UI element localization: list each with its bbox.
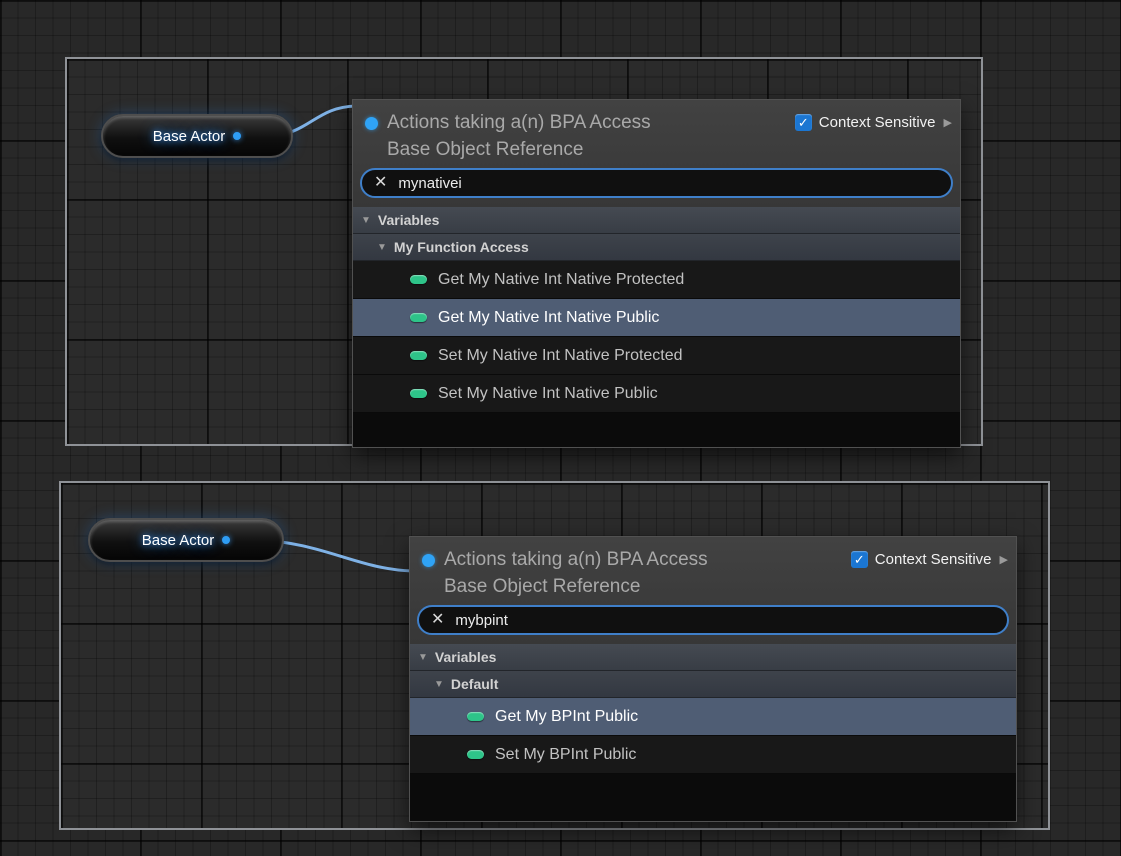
menu-title: Actions taking a(n) BPA Access Base Obje… xyxy=(444,546,851,600)
object-output-pin[interactable] xyxy=(233,132,241,140)
object-reference-pin-icon xyxy=(365,117,378,130)
collapse-triangle-icon: ▼ xyxy=(361,215,371,226)
blueprint-graph-background: Base Actor Actions taking a(n) BPA Acces… xyxy=(0,0,1121,856)
object-output-pin[interactable] xyxy=(222,536,230,544)
menu-title-line2: Base Object Reference xyxy=(387,136,795,163)
search-text: mynativei xyxy=(398,175,461,192)
check-icon: ✓ xyxy=(854,553,865,566)
actions-list: ▼ Variables ▼ My Function Access Get My … xyxy=(353,207,960,447)
category-label: Variables xyxy=(435,649,497,665)
action-item[interactable]: Set My Native Int Native Protected xyxy=(353,337,960,375)
base-actor-node[interactable]: Base Actor xyxy=(101,114,293,158)
menu-header-area: Actions taking a(n) BPA Access Base Obje… xyxy=(410,537,1016,644)
category-row-my-function-access[interactable]: ▼ My Function Access xyxy=(353,234,960,261)
menu-title-line1: Actions taking a(n) BPA Access xyxy=(444,546,851,573)
check-icon: ✓ xyxy=(798,116,809,129)
search-text: mybpint xyxy=(455,612,508,629)
context-sensitive-control[interactable]: ✓ Context Sensitive ▶ xyxy=(851,551,1008,568)
category-row-default[interactable]: ▼ Default xyxy=(410,671,1016,698)
context-action-menu: Actions taking a(n) BPA Access Base Obje… xyxy=(353,100,960,447)
object-reference-pin-icon xyxy=(422,554,435,567)
category-row-variables[interactable]: ▼ Variables xyxy=(353,207,960,234)
context-sensitive-checkbox[interactable]: ✓ xyxy=(795,114,812,131)
action-item[interactable]: Get My Native Int Native Protected xyxy=(353,261,960,299)
node-title: Base Actor xyxy=(142,532,215,549)
menu-title-line1: Actions taking a(n) BPA Access xyxy=(387,109,795,136)
action-item-selected[interactable]: Get My BPInt Public xyxy=(410,698,1016,736)
variable-pill-icon xyxy=(467,750,484,759)
action-item[interactable]: Set My BPInt Public xyxy=(410,736,1016,774)
context-action-menu: Actions taking a(n) BPA Access Base Obje… xyxy=(410,537,1016,821)
category-label: My Function Access xyxy=(394,239,529,255)
variable-pill-icon xyxy=(410,389,427,398)
action-item-label: Get My Native Int Native Public xyxy=(438,309,659,327)
submenu-arrow-icon[interactable]: ▶ xyxy=(944,116,952,129)
collapse-triangle-icon: ▼ xyxy=(434,679,444,690)
node-title: Base Actor xyxy=(153,128,226,145)
action-item-label: Get My Native Int Native Protected xyxy=(438,271,684,289)
context-sensitive-label: Context Sensitive xyxy=(819,114,936,131)
base-actor-node[interactable]: Base Actor xyxy=(88,518,284,562)
collapse-triangle-icon: ▼ xyxy=(418,652,428,663)
action-item-label: Set My BPInt Public xyxy=(495,746,636,764)
variable-pill-icon xyxy=(410,275,427,284)
category-row-variables[interactable]: ▼ Variables xyxy=(410,644,1016,671)
action-item-selected[interactable]: Get My Native Int Native Public xyxy=(353,299,960,337)
context-sensitive-checkbox[interactable]: ✓ xyxy=(851,551,868,568)
collapse-triangle-icon: ▼ xyxy=(377,242,387,253)
category-label: Default xyxy=(451,676,498,692)
context-sensitive-label: Context Sensitive xyxy=(875,551,992,568)
menu-title-line2: Base Object Reference xyxy=(444,573,851,600)
menu-title: Actions taking a(n) BPA Access Base Obje… xyxy=(387,109,795,163)
context-sensitive-control[interactable]: ✓ Context Sensitive ▶ xyxy=(795,114,952,131)
variable-pill-icon xyxy=(410,313,427,322)
category-label: Variables xyxy=(378,212,440,228)
menu-header-area: Actions taking a(n) BPA Access Base Obje… xyxy=(353,100,960,207)
variable-pill-icon xyxy=(410,351,427,360)
clear-search-icon[interactable]: ✕ xyxy=(431,612,444,628)
variable-pill-icon xyxy=(467,712,484,721)
graph-panel-top: Base Actor Actions taking a(n) BPA Acces… xyxy=(65,57,983,446)
action-item[interactable]: Set My Native Int Native Public xyxy=(353,375,960,413)
action-item-label: Set My Native Int Native Protected xyxy=(438,347,683,365)
search-input[interactable]: ✕ mybpint xyxy=(417,605,1009,635)
actions-list: ▼ Variables ▼ Default Get My BPInt Publi… xyxy=(410,644,1016,821)
submenu-arrow-icon[interactable]: ▶ xyxy=(1000,553,1008,566)
graph-panel-bottom: Base Actor Actions taking a(n) BPA Acces… xyxy=(59,481,1050,830)
action-item-label: Set My Native Int Native Public xyxy=(438,385,658,403)
search-input[interactable]: ✕ mynativei xyxy=(360,168,953,198)
action-item-label: Get My BPInt Public xyxy=(495,708,638,726)
clear-search-icon[interactable]: ✕ xyxy=(374,175,387,191)
